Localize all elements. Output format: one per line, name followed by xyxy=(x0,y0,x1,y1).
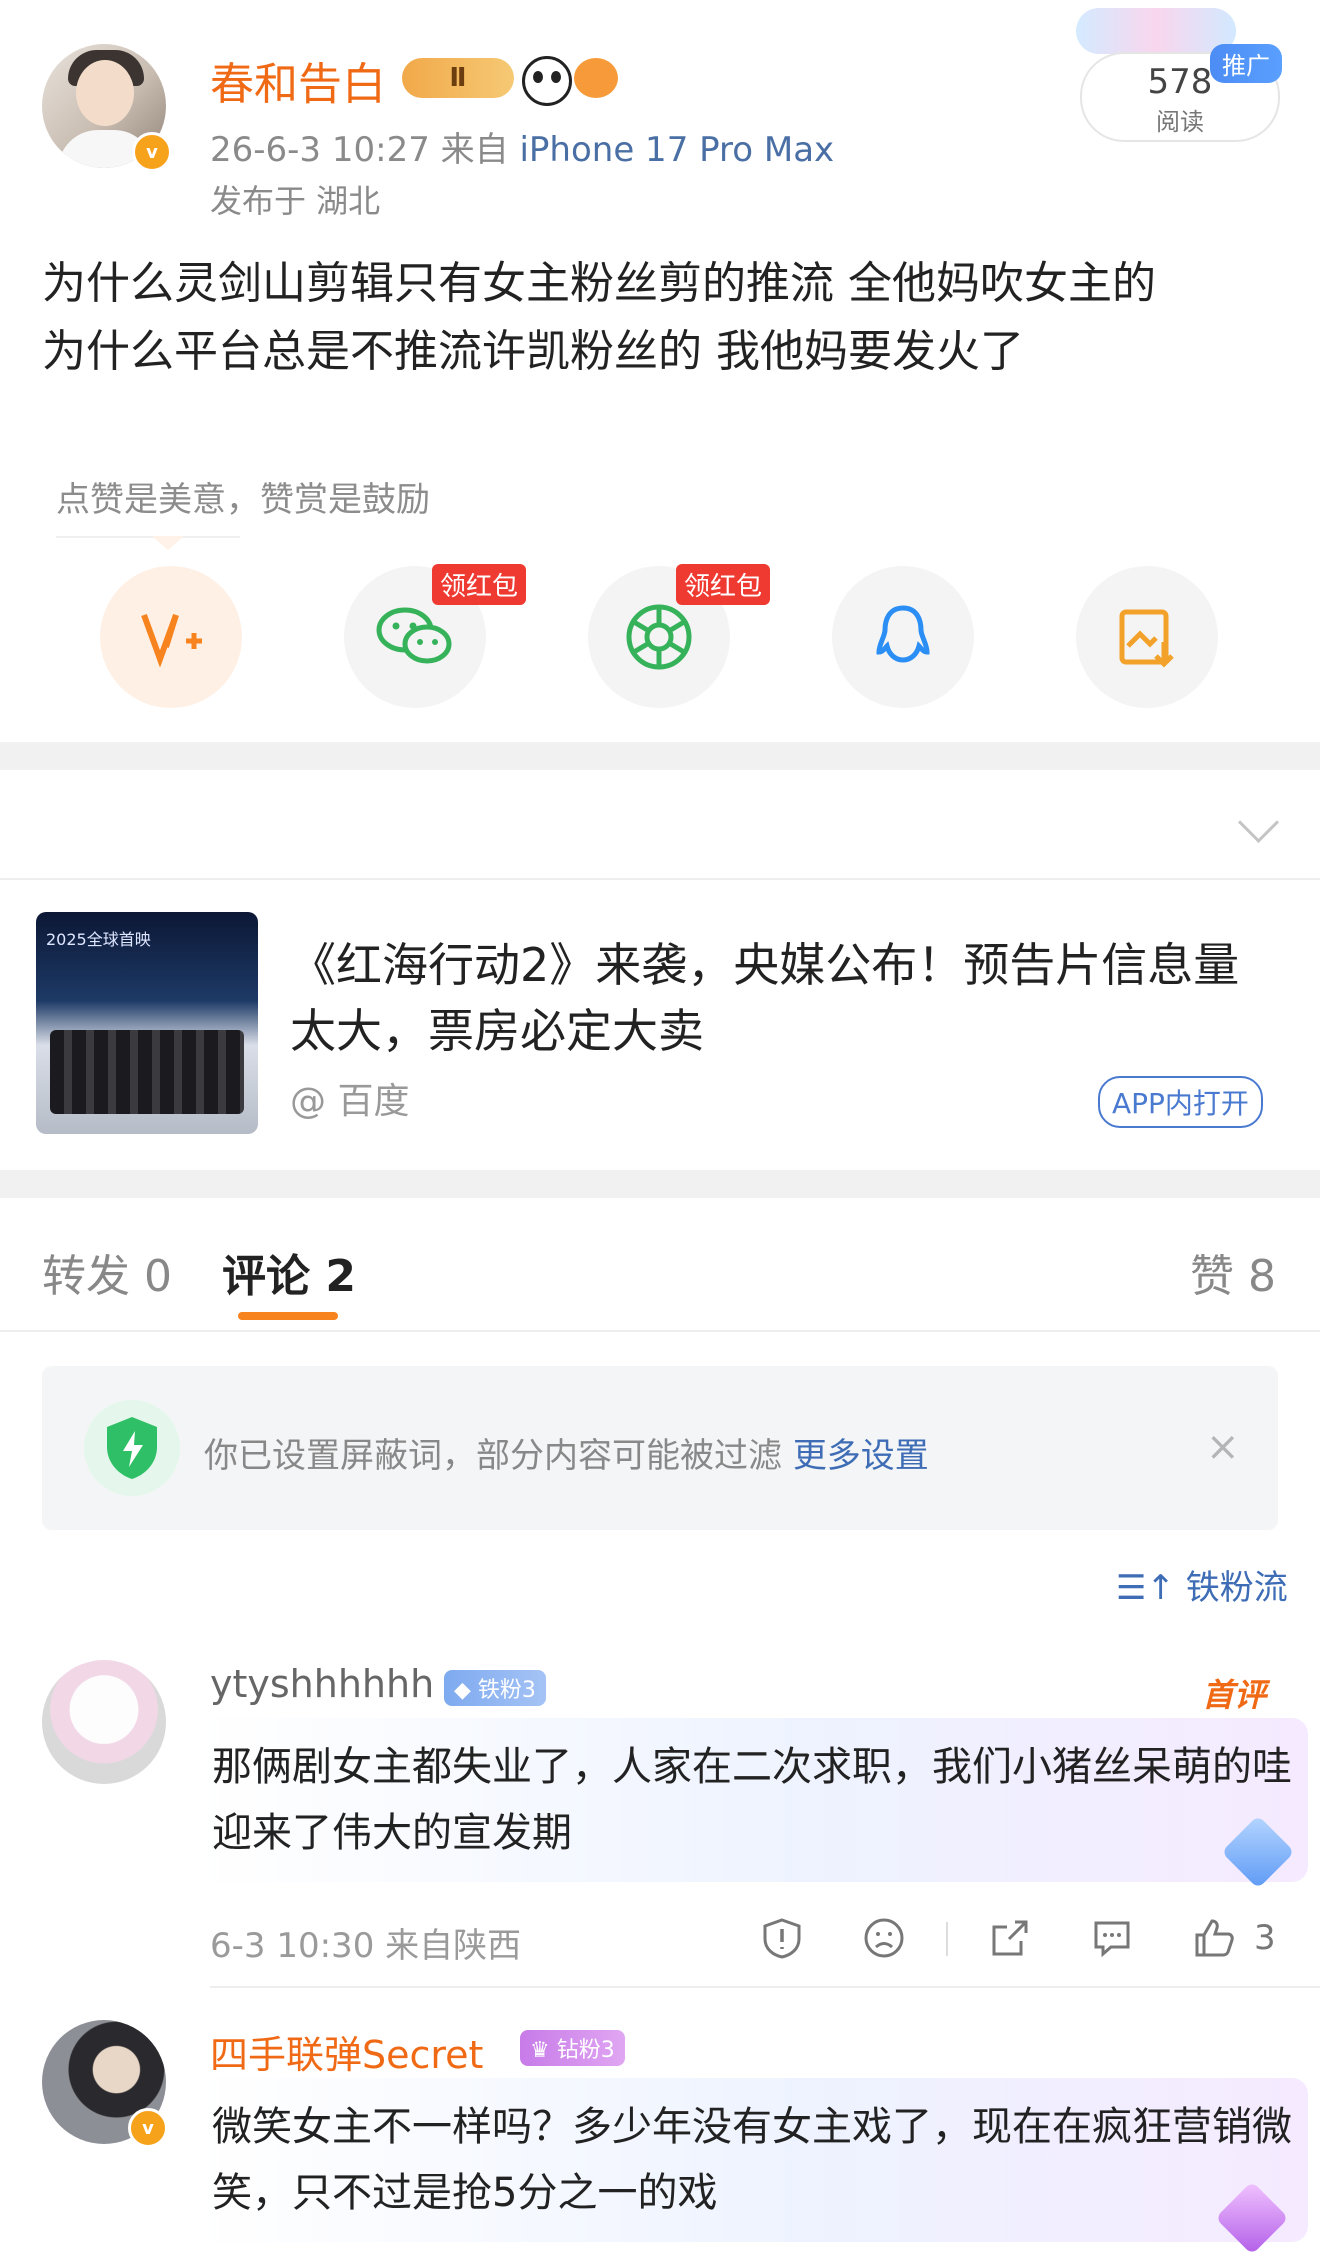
section-gap xyxy=(0,1170,1320,1198)
comment-avatar[interactable] xyxy=(42,1660,166,1784)
fish-icon[interactable] xyxy=(574,58,618,98)
source-prefix: 来自 xyxy=(440,130,509,170)
more-settings-link[interactable]: 更多设置 xyxy=(793,1436,929,1476)
chevron-down-icon[interactable] xyxy=(1237,801,1280,844)
save-image-icon xyxy=(1119,609,1174,668)
comment-bubble: 那俩剧女主都失业了，人家在二次求职，我们小猪丝呆萌的哇迎来了伟大的宣发期 xyxy=(196,1718,1308,1882)
fan-badge[interactable]: ◆ 铁粉3 xyxy=(444,1670,546,1706)
divider xyxy=(210,1986,1320,1988)
moments-red-packet-tag: 领红包 xyxy=(676,564,771,605)
tab-comments[interactable]: 评论 2 xyxy=(222,1240,356,1304)
reward-button[interactable] xyxy=(100,566,242,708)
divider xyxy=(0,878,1320,880)
tab-repost[interactable]: 转发 0 xyxy=(42,1240,172,1304)
fan-badge-label: 钻粉3 xyxy=(556,2038,615,2063)
sticker-decoration xyxy=(1076,8,1236,54)
thumb-caption: 2025全球首映 xyxy=(46,930,151,949)
tab-active-indicator xyxy=(238,1312,338,1320)
filter-notice-message: 你已设置屏蔽词，部分内容可能被过滤 xyxy=(204,1436,782,1476)
reply-icon[interactable] xyxy=(1090,1916,1134,1960)
report-icon[interactable] xyxy=(760,1916,804,1960)
like-icon[interactable] xyxy=(1192,1916,1236,1960)
post-meta: 26-6-3 10:27 来自 iPhone 17 Pro Max xyxy=(210,122,834,171)
fan-badge-label: 铁粉3 xyxy=(477,1678,536,1703)
comment-text: 微笑女主不一样吗？多少年没有女主戏了，现在在疯狂营销微笑，只不过是抢5分之一的戏 xyxy=(212,2104,1292,2216)
read-label: 阅读 xyxy=(1156,108,1204,136)
comment-username[interactable]: ytyshhhhhh xyxy=(210,1662,434,1706)
save-image-button[interactable] xyxy=(1076,566,1218,708)
first-comment-tag: 首评 xyxy=(1202,1676,1267,1714)
dislike-icon[interactable] xyxy=(862,1916,906,1960)
appreciation-tip: 点赞是美意，赞赏是鼓励 xyxy=(56,480,430,520)
filter-notice-text: 你已设置屏蔽词，部分内容可能被过滤 更多设置 xyxy=(204,1428,929,1477)
like-count: 3 xyxy=(1254,1918,1276,1958)
divider xyxy=(56,536,240,538)
divider xyxy=(0,1330,1320,1332)
wechat-icon xyxy=(376,607,452,664)
divider xyxy=(946,1922,948,1956)
news-source: @ 百度 xyxy=(290,1081,410,1122)
crown-level-icon[interactable]: Ⅱ xyxy=(402,58,514,98)
sort-icon: ☰↑ xyxy=(1116,1568,1175,1608)
post-timestamp: 26-6-3 10:27 xyxy=(210,130,430,170)
wechat-red-packet-tag: 领红包 xyxy=(432,564,527,605)
comment-text: 那俩剧女主都失业了，人家在二次求职，我们小猪丝呆萌的哇迎来了伟大的宣发期 xyxy=(212,1744,1292,1856)
tab-likes[interactable]: 赞 8 xyxy=(1190,1240,1276,1304)
shield-icon xyxy=(84,1400,180,1496)
close-icon[interactable]: × xyxy=(1206,1424,1240,1470)
verified-icon: v xyxy=(132,132,172,172)
author-name[interactable]: 春和告白 xyxy=(210,48,386,112)
qq-icon xyxy=(876,605,930,663)
share-icon[interactable] xyxy=(988,1916,1032,1960)
promo-tag[interactable]: 推广 xyxy=(1210,44,1282,83)
sort-toggle[interactable]: ☰↑ 铁粉流 xyxy=(1116,1560,1288,1609)
device-link[interactable]: iPhone 17 Pro Max xyxy=(519,130,834,170)
comment-username[interactable]: 四手联弹Secret xyxy=(210,2024,483,2079)
panda-icon[interactable] xyxy=(522,56,572,106)
sort-label: 铁粉流 xyxy=(1185,1568,1288,1608)
news-thumbnail[interactable]: 2025全球首映 xyxy=(36,912,258,1134)
qq-share-button[interactable] xyxy=(832,566,974,708)
verified-icon: v xyxy=(128,2108,168,2148)
comment-meta: 6-3 10:30 来自陕西 xyxy=(210,1926,522,1966)
reward-icon xyxy=(141,613,202,667)
post-location: 发布于 湖北 xyxy=(210,182,381,220)
post-text: 为什么灵剑山剪辑只有女主粉丝剪的推流 全他妈吹女主的 为什么平台总是不推流许凯粉… xyxy=(42,258,1156,377)
fan-badge[interactable]: ♛ 钻粉3 xyxy=(520,2030,625,2066)
news-title[interactable]: 《红海行动2》来袭，央媒公布！预告片信息量太大，票房必定大卖 xyxy=(290,932,1270,1064)
section-gap xyxy=(0,742,1320,770)
level-badge: Ⅱ xyxy=(449,63,467,93)
tip-pointer xyxy=(152,536,184,550)
open-in-app-button[interactable]: APP内打开 xyxy=(1098,1076,1263,1128)
comment-bubble: 微笑女主不一样吗？多少年没有女主戏了，现在在疯狂营销微笑，只不过是抢5分之一的戏 xyxy=(196,2078,1308,2242)
moments-icon xyxy=(626,604,692,670)
